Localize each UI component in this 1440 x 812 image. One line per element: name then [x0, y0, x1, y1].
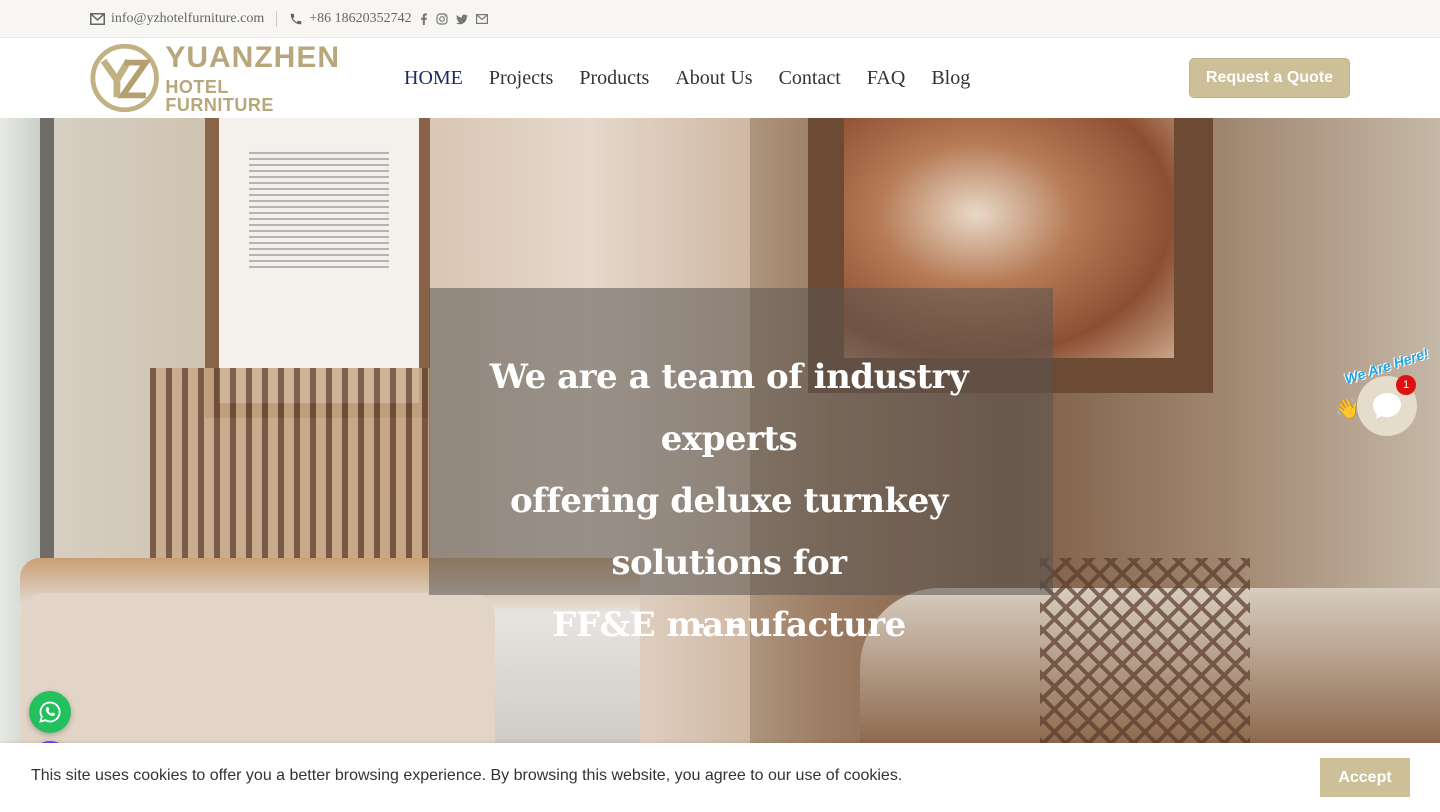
site-header: YUANZHEN HOTEL FURNITURE HOME Projects P…	[0, 38, 1440, 118]
slider-pagination	[694, 624, 742, 628]
social-links	[420, 13, 488, 25]
cookie-banner: This site uses cookies to offer you a be…	[0, 743, 1440, 812]
twitter-icon[interactable]	[455, 14, 468, 25]
hero-bg-slats	[150, 368, 430, 588]
top-bar: info@yzhotelfurniture.com +86 1862035274…	[0, 0, 1440, 38]
nav-about-us[interactable]: About Us	[675, 67, 752, 90]
logo-line-2: HOTEL FURNITURE	[165, 76, 274, 115]
slider-dot-1[interactable]	[694, 624, 704, 628]
request-quote-button[interactable]: Request a Quote	[1189, 58, 1350, 98]
topbar-phone-text[interactable]: +86 18620352742	[309, 11, 411, 27]
topbar-email-text[interactable]: info@yzhotelfurniture.com	[111, 11, 264, 27]
nav-products[interactable]: Products	[579, 67, 649, 90]
whatsapp-button[interactable]	[29, 691, 71, 733]
facebook-icon[interactable]	[420, 13, 428, 25]
instagram-icon[interactable]	[436, 13, 448, 25]
cookie-message: This site uses cookies to offer you a be…	[31, 767, 903, 784]
yz-logo-icon	[90, 43, 159, 113]
nav-projects[interactable]: Projects	[489, 67, 553, 90]
nav-home[interactable]: HOME	[404, 67, 463, 90]
cookie-accept-button[interactable]: Accept	[1320, 758, 1410, 797]
topbar-phone[interactable]: +86 18620352742	[289, 11, 412, 27]
whatsapp-icon	[39, 701, 61, 723]
hero-slider: We are a team of industry experts offeri…	[0, 118, 1440, 743]
topbar-email[interactable]: info@yzhotelfurniture.com	[90, 11, 264, 27]
nav-contact[interactable]: Contact	[779, 67, 841, 90]
chat-notification-badge: 1	[1396, 375, 1416, 395]
chat-widget[interactable]: We Are Here! 👋 1	[1335, 345, 1430, 438]
logo-wordmark: YUANZHEN HOTEL FURNITURE	[165, 40, 340, 115]
top-bar-contacts: info@yzhotelfurniture.com +86 1862035274…	[90, 0, 488, 38]
site-logo[interactable]: YUANZHEN HOTEL FURNITURE	[90, 42, 340, 114]
main-nav: HOME Projects Products About Us Contact …	[404, 38, 970, 118]
phone-icon	[289, 12, 303, 26]
mail-icon[interactable]	[475, 14, 488, 24]
nav-blog[interactable]: Blog	[931, 67, 970, 90]
hero-headline-line-1: We are a team of industry experts	[489, 357, 969, 459]
nav-faq[interactable]: FAQ	[867, 67, 906, 90]
logo-line-1: YUANZHEN	[165, 40, 340, 74]
slider-dot-2[interactable]	[732, 624, 742, 628]
hero-headline-line-2: offering deluxe turnkey solutions for	[509, 481, 949, 583]
hero-bg-bench	[20, 593, 495, 743]
hero-headline: We are a team of industry experts offeri…	[429, 346, 1029, 656]
topbar-divider	[276, 11, 278, 27]
envelope-icon	[90, 13, 105, 25]
hero-bg-chair	[1040, 558, 1250, 743]
